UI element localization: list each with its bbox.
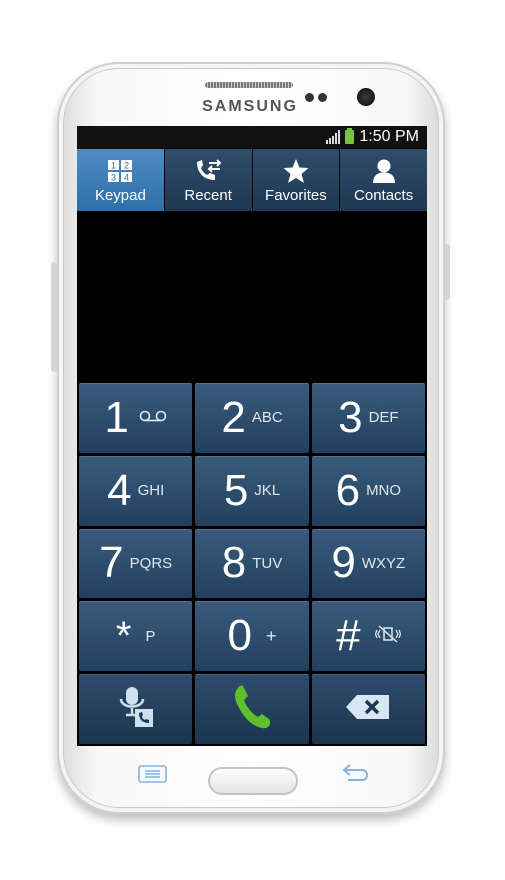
earpiece-speaker <box>205 82 293 88</box>
front-camera <box>357 88 375 106</box>
key-letters: + <box>265 625 277 646</box>
key-letters: P <box>145 627 156 645</box>
key-4[interactable]: 4 GHI <box>79 455 193 526</box>
key-letters: GHI <box>137 482 165 500</box>
key-digit: 5 <box>223 465 249 515</box>
key-letters: MNO <box>366 482 402 500</box>
star-icon <box>283 157 309 185</box>
status-bar: 1:50 PM <box>77 126 427 148</box>
key-8[interactable]: 8 TUV <box>195 528 309 599</box>
tab-bar: 1 2 3 4 Keypad Recent Favorites Contacts <box>77 149 427 211</box>
key-digit: 6 <box>335 465 361 515</box>
svg-text:1: 1 <box>111 160 116 170</box>
voicemail-icon <box>139 409 167 426</box>
key-9[interactable]: 9 WXYZ <box>311 528 425 599</box>
key-digit: # <box>336 611 361 661</box>
voice-call-icon <box>116 685 156 734</box>
power-button[interactable] <box>445 244 450 300</box>
key-digit: * <box>115 614 132 659</box>
key-5[interactable]: 5 JKL <box>195 455 309 526</box>
tab-keypad-label: Keypad <box>94 186 146 204</box>
key-3[interactable]: 3 DEF <box>311 383 425 453</box>
key-letters: JKL <box>254 482 281 500</box>
phone-call-icon <box>232 684 272 735</box>
key-digit: 8 <box>221 538 247 588</box>
key-letters: WXYZ <box>361 554 406 572</box>
key-6[interactable]: 6 MNO <box>311 455 425 526</box>
key-letters: TUV <box>252 554 283 572</box>
keypad-grid-icon: 1 2 3 4 <box>107 157 133 185</box>
signal-icon <box>326 130 341 144</box>
status-time: 1:50 PM <box>359 128 419 145</box>
key-letters: DEF <box>368 409 399 427</box>
call-log-icon <box>194 157 222 185</box>
dial-keypad: 1 2 ABC 3 DEF 4 GHI 5 JKL 6 MNO 7 PQRS 8… <box>79 383 425 744</box>
key-letters: ABC <box>251 409 283 427</box>
key-2[interactable]: 2 ABC <box>195 383 309 453</box>
number-display[interactable] <box>77 212 427 382</box>
key-digit: 1 <box>104 392 129 442</box>
key-star[interactable]: * P <box>79 601 193 672</box>
tab-favorites[interactable]: Favorites <box>252 149 340 211</box>
vibrate-mute-icon <box>374 625 401 647</box>
volume-button[interactable] <box>51 262 57 372</box>
screen: 1:50 PM 1 2 3 4 Keypad Recent Favorites … <box>77 126 427 746</box>
person-icon <box>372 157 396 185</box>
tab-contacts-label: Contacts <box>354 186 414 204</box>
key-letters: PQRS <box>129 554 173 572</box>
key-digit: 4 <box>107 465 132 515</box>
backspace-button[interactable] <box>311 674 425 744</box>
voice-call-button[interactable] <box>79 674 193 744</box>
key-0[interactable]: 0 + <box>195 601 309 672</box>
key-digit: 9 <box>331 538 356 588</box>
key-digit: 0 <box>227 611 252 661</box>
key-hash[interactable]: # <box>311 601 425 672</box>
backspace-icon <box>345 694 391 725</box>
proximity-sensor-2 <box>318 93 327 102</box>
key-digit: 7 <box>99 538 124 588</box>
back-icon[interactable] <box>340 762 370 789</box>
home-button[interactable] <box>208 767 298 795</box>
key-digit: 3 <box>338 392 363 442</box>
tab-keypad[interactable]: 1 2 3 4 Keypad <box>77 149 164 211</box>
svg-text:4: 4 <box>124 172 129 182</box>
proximity-sensor <box>305 93 314 102</box>
svg-text:2: 2 <box>124 160 129 170</box>
menu-icon[interactable] <box>138 764 168 789</box>
tab-contacts[interactable]: Contacts <box>340 149 427 211</box>
tab-recent[interactable]: Recent <box>164 149 252 211</box>
tab-favorites-label: Favorites <box>265 186 327 204</box>
call-button[interactable] <box>195 674 309 744</box>
brand-logo: SAMSUNG <box>202 98 298 115</box>
key-1[interactable]: 1 <box>79 383 193 453</box>
battery-icon <box>345 128 355 144</box>
key-digit: 2 <box>221 392 246 442</box>
key-7[interactable]: 7 PQRS <box>79 528 193 599</box>
tab-recent-label: Recent <box>184 186 232 204</box>
svg-text:3: 3 <box>111 172 116 182</box>
